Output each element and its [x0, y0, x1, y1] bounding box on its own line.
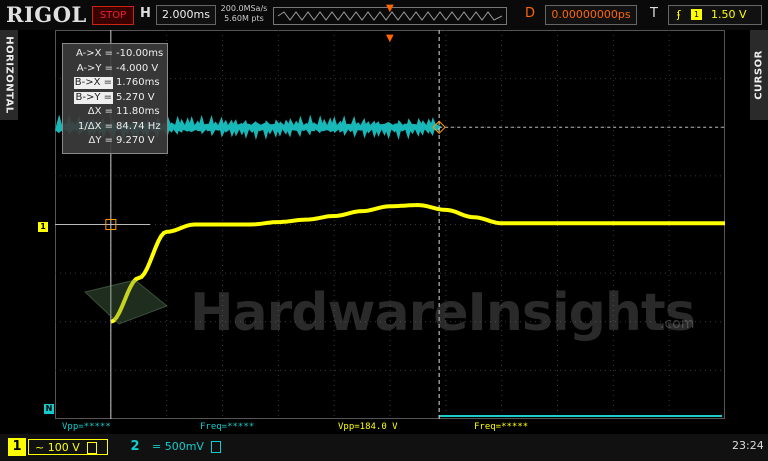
measurement-ch1-vpp: Vpp=184.0 V [338, 422, 398, 432]
oscilloscope-display: RIGOL STOP H 2.000ms 200.0MSa/s 5.60M pt… [0, 0, 768, 461]
ch1-number: 1 [8, 438, 26, 456]
cursor-menu-tab[interactable]: CURSOR [750, 30, 768, 120]
ch2-coupling: = [152, 440, 162, 453]
ch1-offset-marker[interactable]: 1 [38, 222, 48, 232]
trigger-level: 1.50 V [711, 8, 747, 21]
cursor-readout-key: A->X = [75, 48, 113, 59]
ch2-number: 2 [130, 439, 140, 454]
ch1-scale-box: ~ 100 V [28, 439, 108, 455]
ch1-icon: 1 [691, 9, 702, 20]
timebase-value[interactable]: 2.000ms [156, 5, 216, 25]
ch1-coupling: ~ [35, 441, 45, 454]
cursor-readout-row: A->Y = -4.000 V [63, 63, 167, 75]
cursor-readout-key: ΔX = [87, 106, 113, 117]
ch2-scale-box: = 500mV [146, 439, 228, 455]
brand-logo: RIGOL [6, 2, 87, 27]
ch2-button[interactable]: 2 = 500mV [124, 438, 232, 456]
ch1-scale: 100 V [47, 441, 80, 454]
cursor-readout-key: 1/ΔX = [78, 120, 113, 132]
trigger-position-marker: ▼ [386, 33, 394, 44]
top-status-bar: RIGOL STOP H 2.000ms 200.0MSa/s 5.60M pt… [0, 0, 768, 30]
rising-edge-icon: ʄ [677, 8, 681, 21]
sample-rate: 200.0MSa/s [220, 4, 268, 13]
cursor-readout-value: 5.270 V [116, 91, 155, 103]
cursor-readout-row: 1/ΔX = 84.74 Hz [63, 121, 167, 133]
delay-label: D [525, 6, 536, 21]
measurement-ch1-freq: Freq=***** [474, 422, 529, 432]
trigger-settings[interactable]: ʄ 1 1.50 V [668, 5, 762, 25]
delay-value[interactable]: 0.00000000ps [545, 5, 637, 25]
ch2-offset-marker[interactable]: N [44, 404, 54, 414]
cursor-readout-key: B->X = [73, 77, 113, 89]
watermark-board-icon [83, 279, 168, 325]
trigger-label: T [650, 6, 658, 21]
cursor-readout-value: -4.000 V [116, 62, 159, 74]
ch1-bandwidth-icon [87, 442, 98, 454]
ch2-bandwidth-icon [211, 441, 222, 453]
cursor-readout-value: 84.74 Hz [116, 120, 161, 132]
ch1-button[interactable]: 1 ~ 100 V [4, 438, 112, 456]
cursor-readout-row: ΔX = 11.80ms [63, 106, 167, 118]
horizontal-label: H [140, 6, 151, 21]
cursor-readout-value: -10.00ms [116, 48, 164, 59]
cursor-readout-value: 11.80ms [116, 106, 160, 117]
memory-depth: 5.60M pts [224, 14, 264, 23]
channel-bar: 1 ~ 100 V 2 = 500mV [0, 434, 768, 461]
clock: 23:24 [732, 439, 764, 452]
horizontal-tab-label: HORIZONTAL [3, 36, 15, 114]
cursor-readout-value: 9.270 V [116, 135, 155, 146]
cursor-readout-row: ΔY = 9.270 V [63, 135, 167, 147]
horizontal-menu-tab[interactable]: HORIZONTAL [0, 30, 18, 120]
run-stop-status[interactable]: STOP [92, 6, 134, 25]
cursor-readout-row: A->X = -10.00ms [63, 48, 167, 60]
cursor-tab-label: CURSOR [753, 50, 765, 100]
cursor-readout-key: B->Y = [74, 91, 113, 104]
cursor-readout-row: B->Y = 5.270 V [63, 91, 167, 104]
watermark-suffix: .com [660, 316, 695, 332]
cursor-readout-key: A->Y = [76, 62, 113, 74]
cursor-readout-value: 1.760ms [116, 77, 160, 88]
watermark-text: HardwareInsights [190, 283, 696, 343]
trigger-position-icon: ▼ [386, 3, 394, 14]
measurement-ch2-vpp: Vpp=***** [62, 422, 111, 432]
measurement-ch2-freq: Freq=***** [200, 422, 255, 432]
cursor-readout-panel: A->X = -10.00ms A->Y = -4.000 V B->X = 1.760m… [62, 43, 168, 154]
cursor-readout-row: B->X = 1.760ms [63, 77, 167, 89]
sample-info: 200.0MSa/s 5.60M pts [220, 4, 268, 24]
cursor-readout-key: ΔY = [88, 135, 113, 146]
ch2-scale: 500mV [164, 440, 204, 453]
